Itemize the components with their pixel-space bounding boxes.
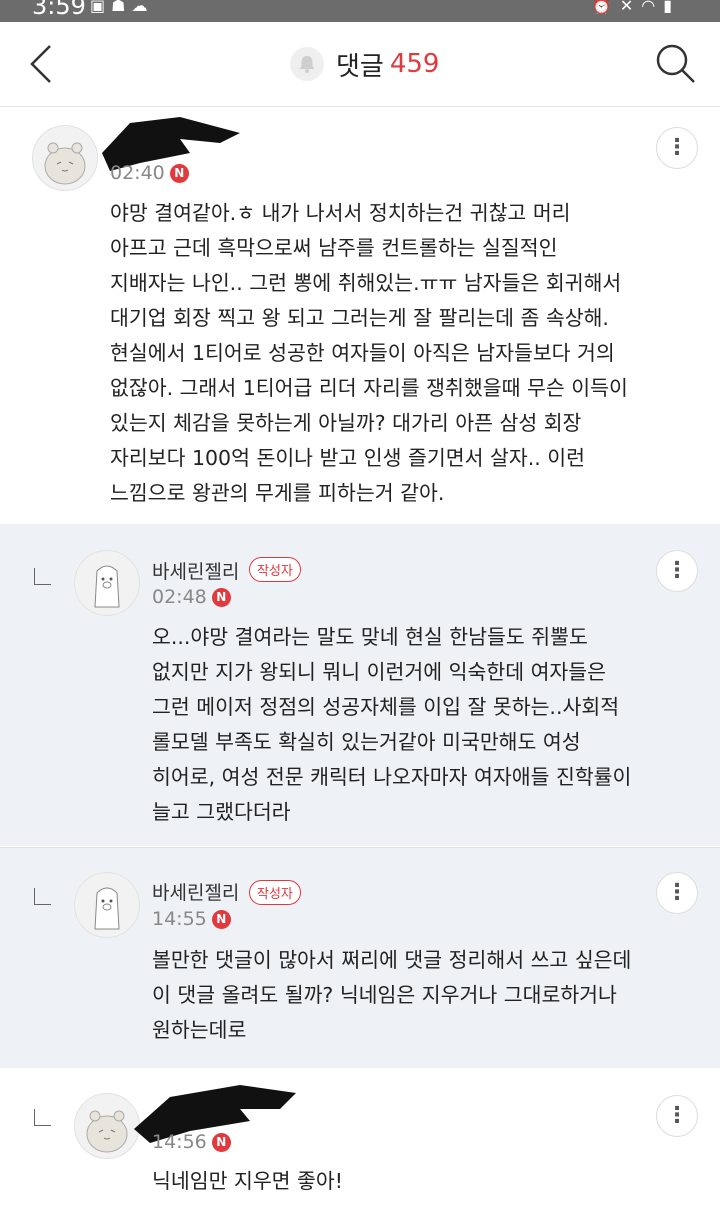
author-badge: 작성자 (249, 880, 301, 905)
notification-bell-button[interactable] (290, 47, 324, 81)
mute-icon: ✕ (619, 0, 642, 15)
more-options-button[interactable]: ⋮ (656, 872, 698, 914)
comment-time: 14:55 (152, 908, 207, 930)
more-vertical-icon: ⋮ (666, 880, 688, 905)
more-vertical-icon: ⋮ (666, 135, 688, 160)
wifi-icon: ◠ (641, 0, 664, 15)
chevron-left-icon (30, 45, 51, 83)
reply-arrow-icon (34, 1109, 51, 1126)
nickname[interactable]: 바세린젤리 (152, 878, 239, 905)
more-options-button[interactable]: ⋮ (656, 127, 698, 169)
pig-avatar-icon (94, 565, 120, 608)
comment-text: 볼만한 댓글이 많아서 쩌리에 댓글 정리해서 쓰고 싶은데 이 댓글 올려도 … (152, 948, 632, 1042)
search-button[interactable] (654, 42, 698, 86)
photo-icon: ☗ (111, 0, 132, 15)
avatar[interactable] (74, 872, 140, 938)
author-badge: 작성자 (249, 557, 301, 582)
pig-avatar-icon (94, 887, 120, 930)
search-icon (656, 44, 695, 83)
nickname[interactable]: 바세린젤리 (152, 557, 239, 584)
comment-text: 오...야망 결여라는 말도 맞네 현실 한남들도 쥐뿔도 없지만 지가 왕되니… (152, 625, 632, 824)
comment-text: 야망 결여같아.ㅎ 내가 나서서 정치하는건 귀찮고 머리 아프고 근데 흑막으… (110, 201, 628, 505)
avatar[interactable] (74, 550, 140, 616)
new-badge: N (211, 909, 231, 929)
more-options-button[interactable]: ⋮ (656, 550, 698, 592)
comment-meta: 14:55 N (152, 908, 231, 930)
status-right-icons: ⏰✕◠▮ (592, 0, 680, 15)
comment-item: 02:40 N ⋮ 야망 결여같아.ㅎ 내가 나서서 정치하는건 귀찮고 머리 … (0, 107, 720, 523)
avatar[interactable] (32, 125, 98, 191)
bell-icon (299, 56, 315, 73)
new-badge: N (211, 587, 231, 607)
comments-header: 댓글 459 (0, 22, 720, 107)
reply-item: 바세린젤리 작성자 02:48 N ⋮ 오...야망 결여라는 말도 맞네 현실… (0, 524, 720, 846)
more-vertical-icon: ⋮ (666, 1103, 688, 1128)
reply-item: 14:56 N ⋮ 닉네임만 지우면 좋아! (0, 1069, 720, 1219)
cloud-icon: ☁ (131, 0, 154, 15)
comment-meta: 14:56 N (152, 1131, 231, 1153)
comment-count: 459 (389, 49, 440, 79)
status-left-icons: ▣☗☁ (90, 0, 153, 15)
hamster-avatar-icon (44, 142, 86, 185)
comment-text: 닉네임만 지우면 좋아! (152, 1169, 343, 1193)
comment-time: 14:56 (152, 1131, 207, 1153)
comment-time: 02:40 (110, 162, 165, 184)
signal-icon: ▮ (663, 0, 680, 15)
reply-arrow-icon (34, 888, 51, 905)
status-bar: 3:59 ▣☗☁ ⏰✕◠▮ (0, 0, 720, 22)
alarm-icon: ⏰ (591, 0, 620, 15)
header-title: 댓글 459 (290, 44, 439, 84)
status-time: 3:59 (32, 0, 86, 20)
gallery-icon: ▣ (90, 0, 112, 15)
more-vertical-icon: ⋮ (666, 558, 688, 583)
comment-time: 02:48 (152, 586, 207, 608)
more-options-button[interactable]: ⋮ (656, 1095, 698, 1137)
new-badge: N (169, 163, 189, 183)
new-badge: N (211, 1132, 231, 1152)
comment-meta: 02:48 N (152, 586, 231, 608)
page-title: 댓글 (336, 51, 384, 82)
reply-item: 바세린젤리 작성자 14:55 N ⋮ 볼만한 댓글이 많아서 쩌리에 댓글 정… (0, 848, 720, 1068)
comment-meta: 02:40 N (110, 162, 189, 184)
back-button[interactable] (24, 40, 64, 88)
reply-arrow-icon (34, 568, 51, 585)
